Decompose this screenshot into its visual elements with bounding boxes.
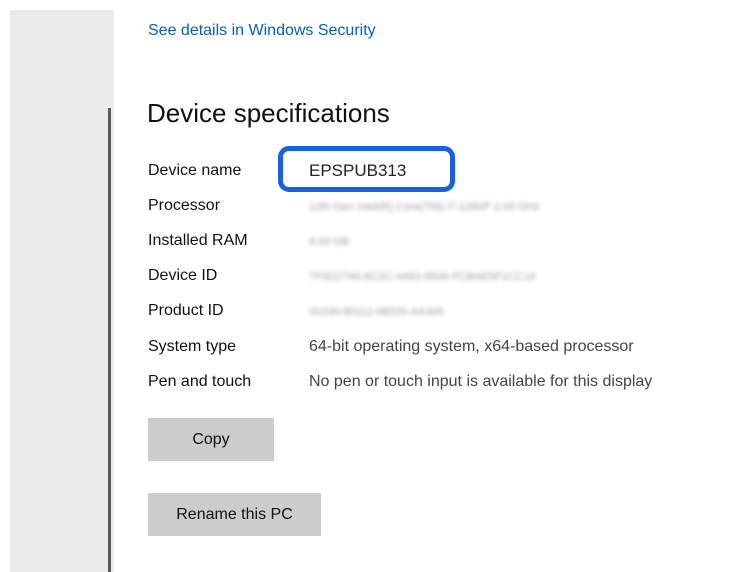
spec-label-system-type: System type bbox=[148, 338, 237, 355]
spec-value-product-id: 00330-80112-68025-AA305 bbox=[309, 306, 444, 318]
spec-value-processor: 12th Gen Intel(R) Core(TM) i7-1280P 2.00… bbox=[309, 201, 540, 213]
spec-label-product-id: Product ID bbox=[148, 302, 224, 319]
spec-row-pen-and-touch: Pen and touch No pen or touch input is a… bbox=[148, 373, 736, 397]
spec-label-processor: Processor bbox=[148, 197, 221, 214]
device-name-value: EPSPUB313 bbox=[309, 161, 407, 180]
spec-value-installed-ram: 4.00 GB bbox=[309, 236, 350, 248]
spec-label-pen-and-touch: Pen and touch bbox=[148, 373, 252, 390]
windows-security-link[interactable]: See details in Windows Security bbox=[148, 22, 376, 40]
spec-row-device-name: Device name bbox=[148, 162, 736, 186]
spec-value-system-type: 64-bit operating system, x64-based proce… bbox=[309, 338, 634, 355]
spec-label-device-id: Device ID bbox=[148, 267, 218, 284]
scrollbar[interactable] bbox=[108, 108, 111, 572]
spec-value-pen-and-touch: No pen or touch input is available for t… bbox=[309, 373, 653, 390]
spec-row-device-id: Device ID 7F0D2746-8C2C-4493-9509-FCBAE5… bbox=[148, 267, 736, 291]
rename-this-pc-button[interactable]: Rename this PC bbox=[148, 493, 321, 536]
spec-row-processor: Processor 12th Gen Intel(R) Core(TM) i7-… bbox=[148, 197, 736, 221]
copy-button[interactable]: Copy bbox=[148, 418, 274, 461]
spec-value-device-id: 7F0D2746-8C2C-4493-9509-FCBAE5F1CC16 bbox=[309, 271, 536, 283]
spec-row-product-id: Product ID 00330-80112-68025-AA305 bbox=[148, 302, 736, 326]
settings-about-page: See details in Windows Security Device s… bbox=[0, 0, 736, 572]
device-specifications-heading: Device specifications bbox=[147, 98, 390, 128]
navigation-pane bbox=[10, 10, 114, 572]
spec-label-installed-ram: Installed RAM bbox=[148, 232, 248, 249]
spec-row-installed-ram: Installed RAM 4.00 GB bbox=[148, 232, 736, 256]
left-margin bbox=[0, 0, 114, 572]
spec-label-device-name: Device name bbox=[148, 162, 242, 179]
spec-row-system-type: System type 64-bit operating system, x64… bbox=[148, 338, 736, 362]
